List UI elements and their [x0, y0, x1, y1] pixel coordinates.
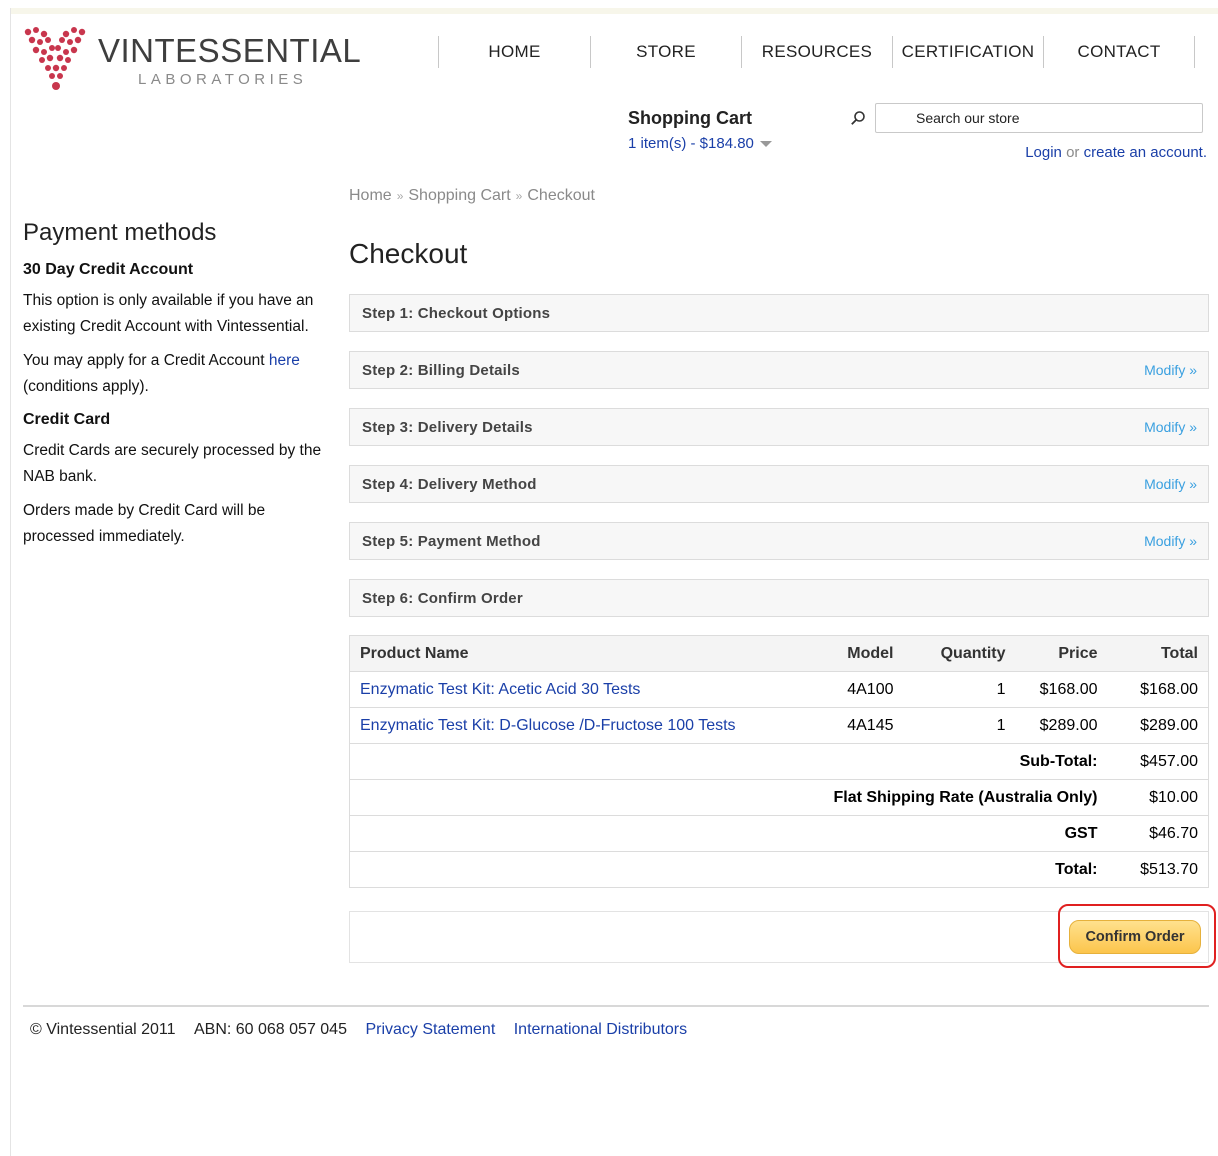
cart-summary[interactable]: 1 item(s) - $184.80: [628, 135, 772, 152]
step-payment-method[interactable]: Step 5: Payment Method Modify »: [349, 522, 1209, 560]
abn-text: ABN: 60 068 057 045: [193, 1021, 347, 1038]
nav-item-certification[interactable]: CERTIFICATION: [893, 36, 1043, 68]
search-input[interactable]: [875, 103, 1203, 133]
step-label: Step 3: Delivery Details: [362, 418, 533, 436]
credit-card-title: Credit Card: [23, 411, 111, 428]
credit-account-title: 30 Day Credit Account: [23, 261, 194, 278]
brand-name: VINTESSENTIAL: [98, 32, 362, 69]
col-header-price: Price: [1015, 635, 1108, 672]
main-nav: HOME STORE RESOURCES CERTIFICATION CONTA…: [438, 36, 1195, 68]
quantity-cell: 1: [903, 671, 1016, 708]
shipping-row: Flat Shipping Rate (Australia Only) $10.…: [349, 779, 1209, 816]
step-label: Step 1: Checkout Options: [362, 304, 551, 322]
product-link[interactable]: Enzymatic Test Kit: Acetic Acid 30 Tests: [360, 681, 640, 698]
privacy-statement-link[interactable]: Privacy Statement: [365, 1021, 495, 1038]
payment-methods-sidebar: Payment methods 30 Day Credit Account Th…: [23, 218, 323, 558]
nav-item-resources[interactable]: RESOURCES: [742, 36, 892, 68]
breadcrumb-separator: »: [515, 189, 523, 203]
table-row: Enzymatic Test Kit: Acetic Acid 30 Tests…: [349, 671, 1209, 708]
breadcrumb: Home » Shopping Cart » Checkout: [349, 187, 595, 205]
subtotal-row: Sub-Total: $457.00: [349, 743, 1209, 780]
page-edge: [10, 8, 11, 1156]
shipping-value: $10.00: [1107, 779, 1209, 816]
checkout-steps: Step 1: Checkout Options Step 2: Billing…: [349, 294, 1209, 636]
page-title: Checkout: [349, 238, 468, 269]
chevron-down-icon[interactable]: [759, 141, 772, 148]
order-table: Product Name Model Quantity Price Total …: [349, 635, 1209, 888]
step-label: Step 4: Delivery Method: [362, 475, 537, 493]
gst-label: GST: [349, 815, 1108, 852]
footer: © Vintessential 2011 ABN: 60 068 057 045…: [30, 1021, 687, 1039]
gst-row: GST $46.70: [349, 815, 1209, 852]
credit-account-apply-post: (conditions apply).: [23, 378, 149, 395]
subtotal-value: $457.00: [1107, 743, 1209, 780]
step-label: Step 6: Confirm Order: [362, 589, 523, 607]
shipping-label: Flat Shipping Rate (Australia Only): [349, 779, 1108, 816]
account-links: Login or create an account.: [1025, 144, 1207, 161]
sidebar-heading: Payment methods: [23, 219, 217, 246]
modify-payment-method-link[interactable]: Modify »: [1144, 533, 1197, 549]
subtotal-label: Sub-Total:: [349, 743, 1108, 780]
nav-item-store[interactable]: STORE: [591, 36, 741, 68]
credit-account-text: This option is only available if you hav…: [23, 292, 314, 335]
nav-item-contact[interactable]: CONTACT: [1044, 36, 1194, 68]
create-account-link[interactable]: create an account: [1084, 144, 1203, 161]
total-label: Total:: [349, 851, 1108, 888]
step-label: Step 2: Billing Details: [362, 361, 520, 379]
credit-account-apply-pre: You may apply for a Credit Account: [23, 352, 265, 369]
account-or: or: [1066, 144, 1080, 161]
nav-separator: [1194, 36, 1195, 68]
step-billing-details[interactable]: Step 2: Billing Details Modify »: [349, 351, 1209, 389]
step-label: Step 5: Payment Method: [362, 532, 541, 550]
product-link[interactable]: Enzymatic Test Kit: D-Glucose /D-Fructos…: [360, 717, 736, 734]
brand-subtitle: LABORATORIES: [138, 71, 308, 88]
step-confirm-order[interactable]: Step 6: Confirm Order: [349, 579, 1209, 617]
total-cell: $289.00: [1107, 707, 1209, 744]
cart-summary-text[interactable]: 1 item(s) - $184.80: [628, 135, 754, 152]
credit-account-apply-text: You may apply for a Credit Account here …: [23, 348, 323, 400]
gst-value: $46.70: [1107, 815, 1209, 852]
total-row: Total: $513.70: [349, 851, 1209, 888]
step-delivery-details[interactable]: Step 3: Delivery Details Modify »: [349, 408, 1209, 446]
model-cell: 4A145: [811, 707, 904, 744]
col-header-model: Model: [811, 635, 904, 672]
top-bar: [10, 8, 1218, 14]
step-checkout-options[interactable]: Step 1: Checkout Options: [349, 294, 1209, 332]
total-value: $513.70: [1107, 851, 1209, 888]
modify-delivery-method-link[interactable]: Modify »: [1144, 476, 1197, 492]
logo-grape-icon: [24, 27, 86, 90]
search-icon[interactable]: [850, 110, 866, 126]
col-header-total: Total: [1107, 635, 1209, 672]
quantity-cell: 1: [903, 707, 1016, 744]
col-header-quantity: Quantity: [903, 635, 1016, 672]
table-row: Enzymatic Test Kit: D-Glucose /D-Fructos…: [349, 707, 1209, 744]
model-cell: 4A100: [811, 671, 904, 708]
copyright-text: © Vintessential 2011: [30, 1021, 176, 1038]
brand-logo[interactable]: VINTESSENTIAL LABORATORIES: [22, 26, 361, 96]
table-header-row: Product Name Model Quantity Price Total: [349, 635, 1209, 672]
total-cell: $168.00: [1107, 671, 1209, 708]
breadcrumb-home[interactable]: Home: [349, 187, 392, 204]
account-period: .: [1202, 144, 1207, 161]
breadcrumb-shopping-cart[interactable]: Shopping Cart: [408, 187, 510, 204]
footer-divider: [23, 1005, 1209, 1007]
col-header-product: Product Name: [349, 635, 812, 672]
international-distributors-link[interactable]: International Distributors: [514, 1021, 687, 1038]
product-cell: Enzymatic Test Kit: Acetic Acid 30 Tests: [349, 671, 812, 708]
product-cell: Enzymatic Test Kit: D-Glucose /D-Fructos…: [349, 707, 812, 744]
breadcrumb-separator: »: [396, 189, 404, 203]
price-cell: $168.00: [1015, 671, 1108, 708]
cart-title: Shopping Cart: [628, 108, 752, 128]
confirm-order-button[interactable]: Confirm Order: [1069, 920, 1201, 954]
nav-item-home[interactable]: HOME: [439, 36, 590, 68]
modify-billing-link[interactable]: Modify »: [1144, 362, 1197, 378]
login-link[interactable]: Login: [1025, 144, 1062, 161]
price-cell: $289.00: [1015, 707, 1108, 744]
step-delivery-method[interactable]: Step 4: Delivery Method Modify »: [349, 465, 1209, 503]
credit-card-text: Credit Cards are securely processed by t…: [23, 442, 322, 485]
credit-card-processing-text: Orders made by Credit Card will be proce…: [23, 502, 266, 545]
modify-delivery-details-link[interactable]: Modify »: [1144, 419, 1197, 435]
credit-account-here-link[interactable]: here: [269, 352, 300, 369]
breadcrumb-checkout[interactable]: Checkout: [527, 187, 595, 204]
